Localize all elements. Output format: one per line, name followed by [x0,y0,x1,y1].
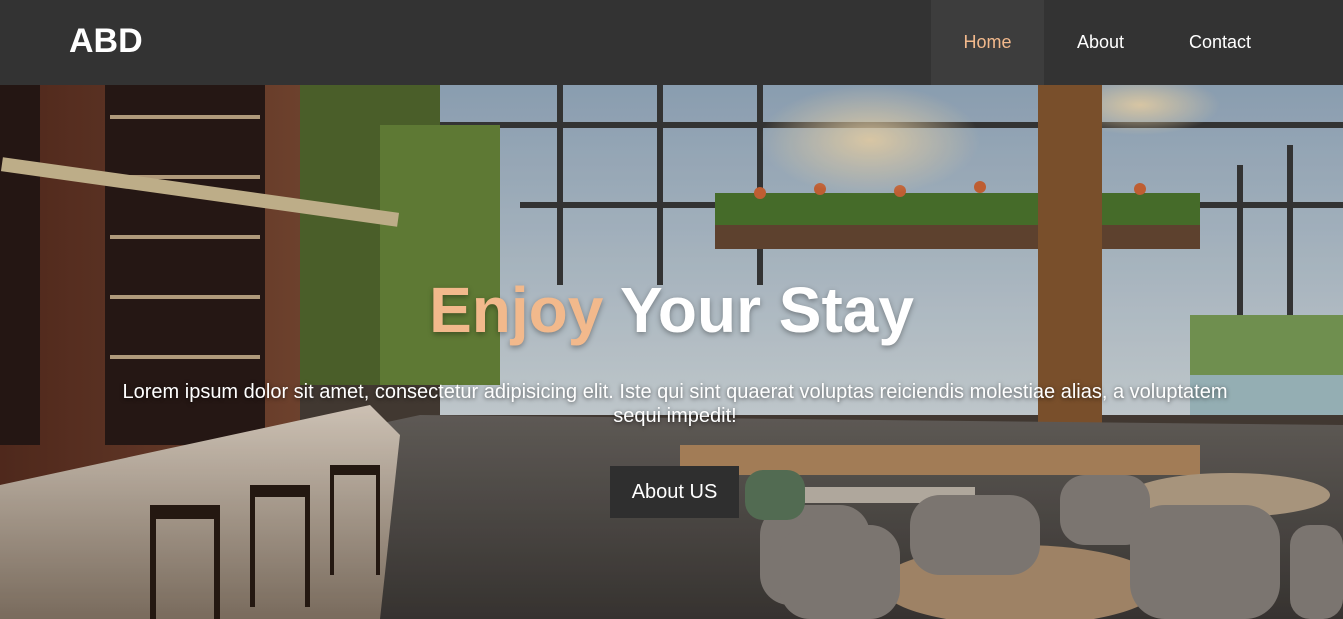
hero-background-image [0,85,1343,619]
nav-links: Home About Contact [931,0,1283,85]
hero-title: Enjoy Your Stay [0,275,1343,345]
hero-subtitle: Lorem ipsum dolor sit amet, consectetur … [122,381,1228,427]
about-us-button[interactable]: About US [610,466,739,518]
nav-link-contact[interactable]: Contact [1157,0,1283,85]
site-logo[interactable]: ABD [69,21,143,61]
navbar: ABD Home About Contact [0,0,1343,85]
nav-link-home[interactable]: Home [931,0,1044,85]
hero-section: Enjoy Your Stay Lorem ipsum dolor sit am… [0,85,1343,619]
hero-title-rest: Your Stay [603,274,914,346]
nav-link-about[interactable]: About [1044,0,1157,85]
hero-title-accent: Enjoy [429,274,604,346]
